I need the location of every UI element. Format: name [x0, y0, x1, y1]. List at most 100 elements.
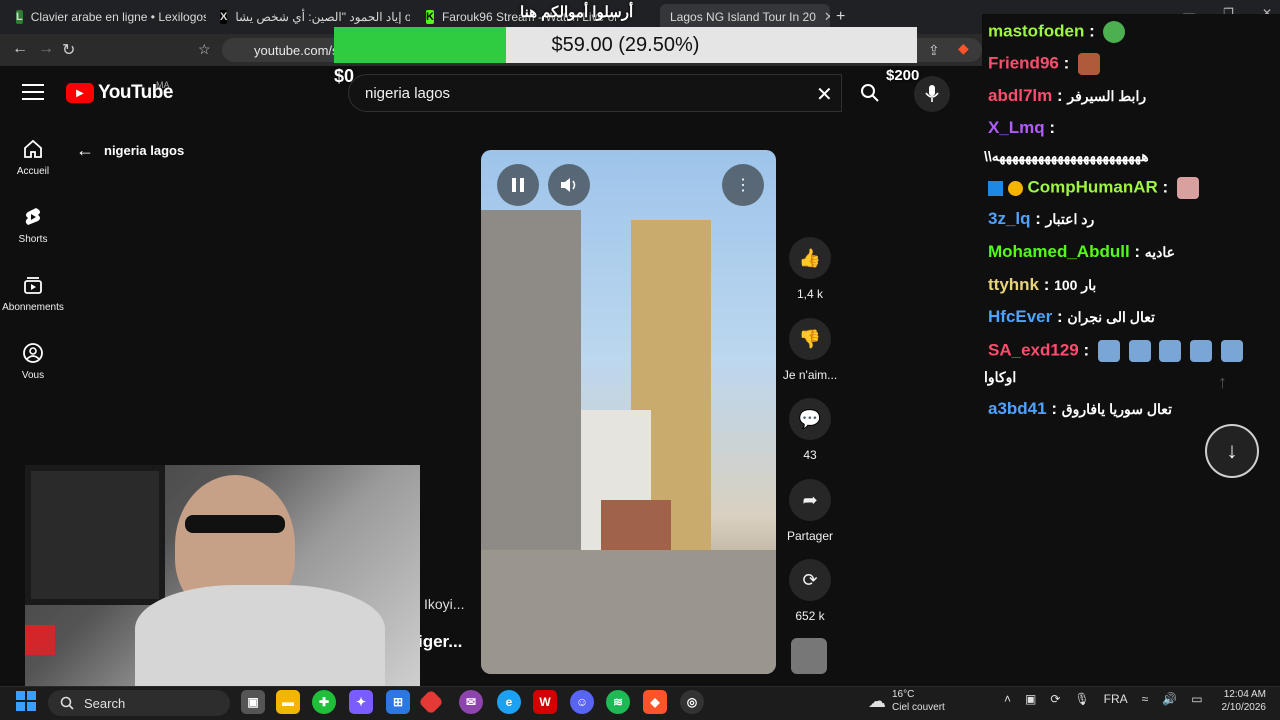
tray-sync-icon[interactable]: ⟳ — [1050, 692, 1060, 706]
chat-message: abdl7lm : رابط السيرفر — [988, 86, 1147, 105]
search-query: nigeria lagos — [365, 84, 451, 102]
discord-icon[interactable]: ☺ — [570, 690, 594, 714]
xbox-app-icon[interactable]: ✚ — [312, 690, 336, 714]
windows-start-icon[interactable] — [16, 691, 38, 713]
search-button[interactable] — [846, 74, 894, 112]
weather-desc: Ciel couvert — [892, 702, 945, 713]
subscriptions-icon — [24, 277, 42, 294]
comments-button[interactable]: 💬 43 — [780, 398, 840, 462]
chat-text: عاديه — [1144, 244, 1176, 260]
microsoft-store-icon[interactable]: ⊞ — [386, 690, 410, 714]
search-input[interactable]: nigeria lagos — [348, 74, 842, 112]
forward-icon[interactable]: → — [38, 40, 54, 58]
taskbar-clock[interactable]: 12:04 AM 2/10/2026 — [1214, 688, 1267, 714]
arrow-left-icon: ← — [76, 140, 94, 160]
clear-search-icon[interactable]: ✕ — [816, 82, 833, 107]
thumbs-down-icon: 👎 — [789, 318, 831, 360]
emote-icon — [1159, 340, 1182, 362]
donation-progress-label: $59.00 (29.50%) — [551, 33, 700, 56]
clock-date: 2/10/2026 — [1221, 702, 1267, 713]
microphone-icon — [925, 85, 939, 102]
share-page-icon[interactable]: ⇪ — [928, 42, 940, 59]
edge-browser-icon[interactable]: e — [497, 690, 521, 714]
scroll-to-bottom-button[interactable]: ↓ — [1205, 424, 1259, 478]
microphone-icon[interactable]: 🎙 — [1074, 692, 1089, 706]
wifi-icon[interactable]: ≈ — [1142, 692, 1149, 706]
bookmark-icon[interactable]: ☆ — [198, 41, 211, 58]
comment-icon: 💬 — [789, 398, 831, 440]
chat-message: CompHumanAR : — [988, 177, 1278, 199]
emote-icon — [1220, 340, 1243, 362]
app-w-icon[interactable]: W — [533, 690, 557, 714]
weather-temp: 16°C — [892, 689, 915, 700]
back-to-results[interactable]: ← nigeria lagos — [76, 140, 184, 161]
emote-icon — [1077, 53, 1100, 75]
pause-button[interactable] — [497, 164, 539, 206]
scroll-up-icon[interactable]: ↑ — [1218, 372, 1227, 393]
brave-browser-icon[interactable]: ◆ — [643, 690, 667, 714]
more-options-button[interactable]: ⋮ — [722, 164, 764, 206]
chat-username: 3z_lq — [988, 209, 1031, 228]
volume-icon[interactable]: 🔊 — [1162, 692, 1177, 706]
spotify-icon[interactable]: ≋ — [606, 690, 630, 714]
sidebar-item-subscriptions[interactable]: Abonnements — [0, 274, 66, 313]
share-button[interactable]: ➦ Partager — [780, 479, 840, 543]
cloud-icon: ☁ — [868, 690, 886, 711]
tray-app-icon[interactable]: ▣ — [1025, 692, 1036, 706]
dislike-button[interactable]: 👎 Je n'aim... — [780, 318, 840, 382]
file-explorer-icon[interactable]: ▬ — [276, 690, 300, 714]
taskbar-search-label: Search — [84, 695, 126, 711]
remix-button[interactable]: ⟳ 652 k — [780, 559, 840, 623]
messenger-icon[interactable]: ✉ — [459, 690, 483, 714]
youtube-play-icon: ▶ — [66, 83, 94, 103]
copilot-icon[interactable]: ✦ — [349, 690, 373, 714]
voice-search-button[interactable] — [914, 76, 950, 112]
url-text: youtube.com/s — [254, 42, 339, 58]
chat-message: اوكاوا — [984, 367, 1274, 387]
sidebar-item-home[interactable]: Accueil — [0, 138, 66, 177]
sidebar-item-you[interactable]: Vous — [0, 342, 66, 381]
clock-time: 12:04 AM — [1223, 689, 1266, 700]
weather-widget[interactable]: ☁ 16°C Ciel couvert — [868, 688, 945, 714]
tab-title: Lagos NG Island Tour In 20 — [670, 10, 816, 24]
shorts-icon — [25, 208, 40, 225]
brave-shield-icon[interactable]: ◆ — [958, 40, 969, 57]
sound-thumbnail[interactable] — [791, 638, 827, 674]
obs-icon[interactable]: ◎ — [680, 690, 704, 714]
chat-text: رابط السيرفر — [1067, 88, 1147, 104]
task-view-icon[interactable]: ▣ — [241, 690, 265, 714]
volume-button[interactable] — [548, 164, 590, 206]
account-icon — [23, 343, 43, 363]
chat-message: a3bd41 : تعال سوريا يافاروق — [988, 399, 1172, 418]
remix-icon: ⟳ — [789, 559, 831, 601]
chat-username: CompHumanAR — [1027, 177, 1158, 197]
badge-icon — [1007, 180, 1023, 196]
browser-tab[interactable]: L Clavier arabe en ligne • Lexilogos — [6, 4, 206, 30]
chat-message: Friend96 : — [988, 53, 1278, 75]
language-indicator[interactable]: FRA — [1104, 692, 1128, 706]
shorts-video-player[interactable]: ⋮ — [481, 150, 776, 674]
chevron-up-icon[interactable]: ˄ — [1004, 692, 1011, 706]
sidebar-item-label: Abonnements — [2, 302, 64, 313]
chat-message: HfcEver : تعال الى نجران — [988, 307, 1155, 326]
battery-icon[interactable]: ▭ — [1191, 692, 1202, 706]
webcam-overlay — [25, 465, 420, 687]
chat-message: X_Lmq : — [988, 118, 1056, 137]
reload-icon[interactable]: ↻ — [62, 40, 75, 60]
arrow-down-icon: ↓ — [1226, 438, 1238, 463]
taskbar-search[interactable]: Search — [48, 690, 230, 716]
webcam-red-object — [25, 625, 55, 655]
like-button[interactable]: 👍 1,4 k — [780, 237, 840, 301]
back-icon[interactable]: ← — [12, 40, 28, 58]
chat-text: اوكاوا — [984, 369, 1017, 385]
tab-favicon-icon: L — [16, 10, 23, 24]
chat-username: mastofoden — [988, 21, 1085, 41]
clipped-video-title: iger... — [418, 632, 463, 651]
chat-text: \\هههههههههههههههههههههههه — [984, 148, 1149, 164]
menu-icon[interactable] — [22, 84, 44, 102]
badge-icon — [988, 180, 1003, 196]
sidebar-item-shorts[interactable]: Shorts — [0, 206, 66, 245]
share-label: Partager — [786, 529, 834, 543]
dislike-label: Je n'aim... — [782, 368, 838, 382]
webcam-window-frame — [25, 465, 165, 605]
